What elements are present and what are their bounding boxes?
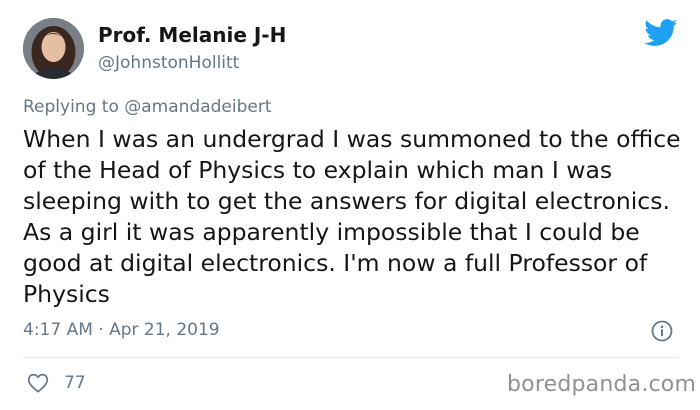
info-icon[interactable] bbox=[651, 320, 673, 342]
author-handle[interactable]: @JohnstonHollitt bbox=[98, 53, 239, 73]
tweet-timestamp[interactable]: 4:17 AM · Apr 21, 2019 bbox=[23, 320, 220, 340]
replying-to: Replying to @amandadeibert bbox=[23, 97, 272, 117]
watermark: boredpanda.com bbox=[507, 372, 697, 397]
replying-to-prefix: Replying to bbox=[23, 97, 125, 117]
tweet-text: When I was an undergrad I was summoned t… bbox=[23, 125, 681, 308]
avatar-image bbox=[23, 18, 84, 79]
avatar[interactable] bbox=[23, 18, 84, 79]
like-count: 77 bbox=[64, 373, 86, 393]
twitter-bird-icon[interactable] bbox=[644, 19, 678, 47]
divider bbox=[23, 357, 677, 358]
reply-mention-link[interactable]: @amandadeibert bbox=[124, 97, 271, 117]
heart-icon[interactable] bbox=[27, 373, 49, 393]
author-name[interactable]: Prof. Melanie J-H bbox=[98, 23, 286, 47]
